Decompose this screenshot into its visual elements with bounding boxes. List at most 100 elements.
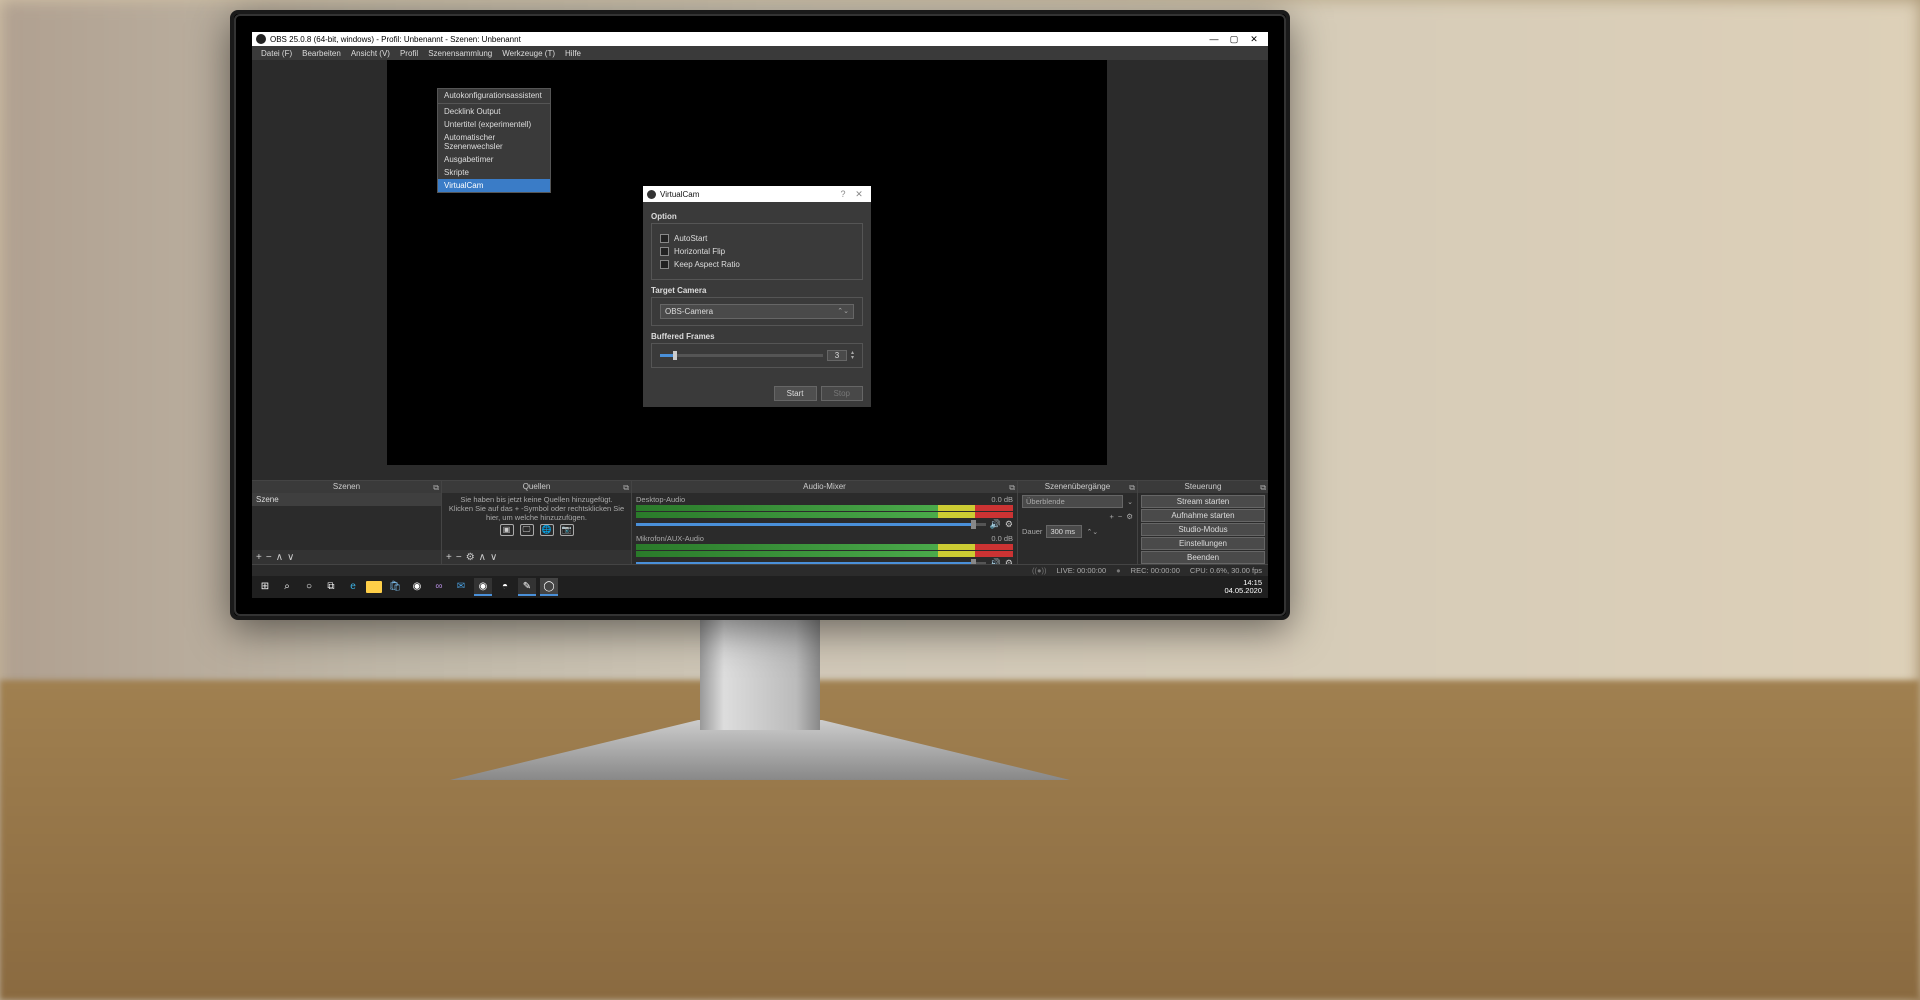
sources-panel: Quellen ⧉ Sie haben bis jetzt keine Quel…: [442, 481, 632, 564]
source-up-button[interactable]: ∧: [479, 552, 486, 563]
obs-app-icon: [256, 34, 266, 44]
window-close-button[interactable]: ✕: [1244, 34, 1264, 45]
start-stream-button[interactable]: Stream starten: [1141, 495, 1265, 508]
preview-area: Autokonfigurationsassistent Decklink Out…: [252, 60, 1268, 480]
mail-icon[interactable]: ✉: [452, 578, 470, 596]
chrome2-icon[interactable]: ◉: [474, 578, 492, 596]
browser-source-icon: 🌐: [540, 524, 554, 536]
mixer-ch1-name: Desktop-Audio: [636, 495, 685, 504]
dialog-help-button[interactable]: ?: [835, 189, 851, 199]
buffered-frames-value[interactable]: 3: [827, 350, 847, 361]
mixer-ch2-name: Mikrofon/AUX-Audio: [636, 534, 704, 543]
store-icon[interactable]: 🛍: [386, 578, 404, 596]
menu-view[interactable]: Ansicht (V): [346, 49, 395, 58]
rec-dot-icon: ●: [1116, 566, 1121, 575]
scene-up-button[interactable]: ∧: [276, 552, 283, 563]
sources-empty-text-1: Sie haben bis jetzt keine Quellen hinzug…: [448, 495, 625, 504]
transition-mode-value: Überblende: [1026, 497, 1065, 506]
start-record-button[interactable]: Aufnahme starten: [1141, 509, 1265, 522]
start-button[interactable]: Start: [774, 386, 817, 401]
menu-edit[interactable]: Bearbeiten: [297, 49, 346, 58]
gear-icon[interactable]: ⚙: [1005, 519, 1013, 530]
cortana-icon[interactable]: ○: [300, 578, 318, 596]
edge-icon[interactable]: e: [344, 578, 362, 596]
vs-icon[interactable]: ∞: [430, 578, 448, 596]
dialog-titlebar: VirtualCam ? ✕: [643, 186, 871, 202]
app-icon[interactable]: ◓: [496, 578, 514, 596]
gear-icon[interactable]: ⚙: [1005, 558, 1013, 564]
dropdown-item-sceneswitcher[interactable]: Automatischer Szenenwechsler: [438, 131, 550, 153]
autostart-checkbox[interactable]: [660, 234, 669, 243]
window-title: OBS 25.0.8 (64-bit, windows) - Profil: U…: [270, 35, 521, 44]
scene-remove-button[interactable]: −: [266, 552, 272, 563]
dialog-close-button[interactable]: ✕: [851, 189, 867, 200]
window-maximize-button[interactable]: ▢: [1224, 34, 1244, 45]
chevron-updown-icon: ⌄: [1127, 498, 1133, 506]
scenes-panel: Szenen ⧉ Szene + − ∧ ∨: [252, 481, 442, 564]
exit-button[interactable]: Beenden: [1141, 551, 1265, 564]
mixer-ch1-meter: [636, 505, 1013, 511]
taskbar-date: 04.05.2020: [1224, 587, 1262, 595]
settings-button[interactable]: Einstellungen: [1141, 537, 1265, 550]
dropdown-item-scripts[interactable]: Skripte: [438, 166, 550, 179]
mixer-ch2-slider[interactable]: [636, 562, 986, 564]
dropdown-item-decklink[interactable]: Decklink Output: [438, 105, 550, 118]
stop-button[interactable]: Stop: [821, 386, 863, 401]
keepaspect-checkbox[interactable]: [660, 260, 669, 269]
menu-bar: Datei (F) Bearbeiten Ansicht (V) Profil …: [252, 46, 1268, 60]
transition-duration-label: Dauer: [1022, 527, 1042, 536]
transition-duration-input[interactable]: 300 ms: [1046, 525, 1082, 538]
buffered-frames-spinner[interactable]: ▴▾: [851, 351, 854, 361]
dropdown-item-outputtimer[interactable]: Ausgabetimer: [438, 153, 550, 166]
transitions-panel: Szenenübergänge ⧉ Überblende ⌄ +: [1018, 481, 1138, 564]
status-rec: REC: 00:00:00: [1131, 566, 1180, 575]
menu-scenes[interactable]: Szenensammlung: [423, 49, 497, 58]
mixer-ch2-meter: [636, 551, 1013, 557]
gear-icon[interactable]: ⚙: [1126, 512, 1133, 521]
hflip-checkbox[interactable]: [660, 247, 669, 256]
dialog-title-text: VirtualCam: [660, 190, 699, 199]
start-button[interactable]: ⊞: [256, 578, 274, 596]
studio-mode-button[interactable]: Studio-Modus: [1141, 523, 1265, 536]
app2-icon[interactable]: ✎: [518, 578, 536, 596]
speaker-icon[interactable]: 🔊: [990, 558, 1001, 564]
menu-tools[interactable]: Werkzeuge (T): [497, 49, 560, 58]
transition-mode-select[interactable]: Überblende: [1022, 495, 1123, 508]
source-gear-button[interactable]: ⚙: [466, 552, 475, 563]
status-bar: ((●)) LIVE: 00:00:00 ● REC: 00:00:00 CPU…: [252, 564, 1268, 576]
sources-empty-text-2: Klicken Sie auf das + -Symbol oder recht…: [448, 504, 625, 522]
target-camera-select[interactable]: OBS-Camera ⌃⌄: [660, 304, 854, 319]
mixer-panel-title: Audio-Mixer: [803, 482, 846, 491]
transition-remove-button[interactable]: −: [1118, 512, 1122, 521]
chrome-icon[interactable]: ◉: [408, 578, 426, 596]
monitor: OBS 25.0.8 (64-bit, windows) - Profil: U…: [230, 10, 1290, 620]
menu-profile[interactable]: Profil: [395, 49, 423, 58]
mixer-ch2-meter: [636, 544, 1013, 550]
buffered-frames-slider[interactable]: [660, 354, 823, 357]
obs-taskbar-icon[interactable]: ◯: [540, 578, 558, 596]
transitions-panel-title: Szenenübergänge: [1045, 482, 1110, 491]
speaker-icon[interactable]: 🔊: [990, 519, 1001, 530]
explorer-icon[interactable]: [366, 581, 382, 593]
keepaspect-label: Keep Aspect Ratio: [674, 260, 740, 269]
taskbar-clock[interactable]: 14:15 04.05.2020: [1224, 579, 1264, 596]
dropdown-item-autoconfig[interactable]: Autokonfigurationsassistent: [438, 89, 550, 102]
menu-file[interactable]: Datei (F): [256, 49, 297, 58]
dropdown-item-subtitles[interactable]: Untertitel (experimentell): [438, 118, 550, 131]
window-minimize-button[interactable]: —: [1204, 34, 1224, 44]
window-titlebar: OBS 25.0.8 (64-bit, windows) - Profil: U…: [252, 32, 1268, 46]
scene-item[interactable]: Szene: [252, 493, 441, 506]
scene-add-button[interactable]: +: [256, 552, 262, 563]
search-icon[interactable]: ⌕: [278, 578, 296, 596]
mixer-ch1-slider[interactable]: [636, 523, 986, 526]
dropdown-item-virtualcam[interactable]: VirtualCam: [438, 179, 550, 192]
taskview-icon[interactable]: ⧉: [322, 578, 340, 596]
source-add-button[interactable]: +: [446, 552, 452, 563]
transition-add-button[interactable]: +: [1109, 512, 1113, 521]
menu-help[interactable]: Hilfe: [560, 49, 586, 58]
tools-dropdown: Autokonfigurationsassistent Decklink Out…: [437, 88, 551, 193]
source-down-button[interactable]: ∨: [490, 552, 497, 563]
scene-down-button[interactable]: ∨: [287, 552, 294, 563]
source-remove-button[interactable]: −: [456, 552, 462, 563]
status-live: LIVE: 00:00:00: [1057, 566, 1107, 575]
